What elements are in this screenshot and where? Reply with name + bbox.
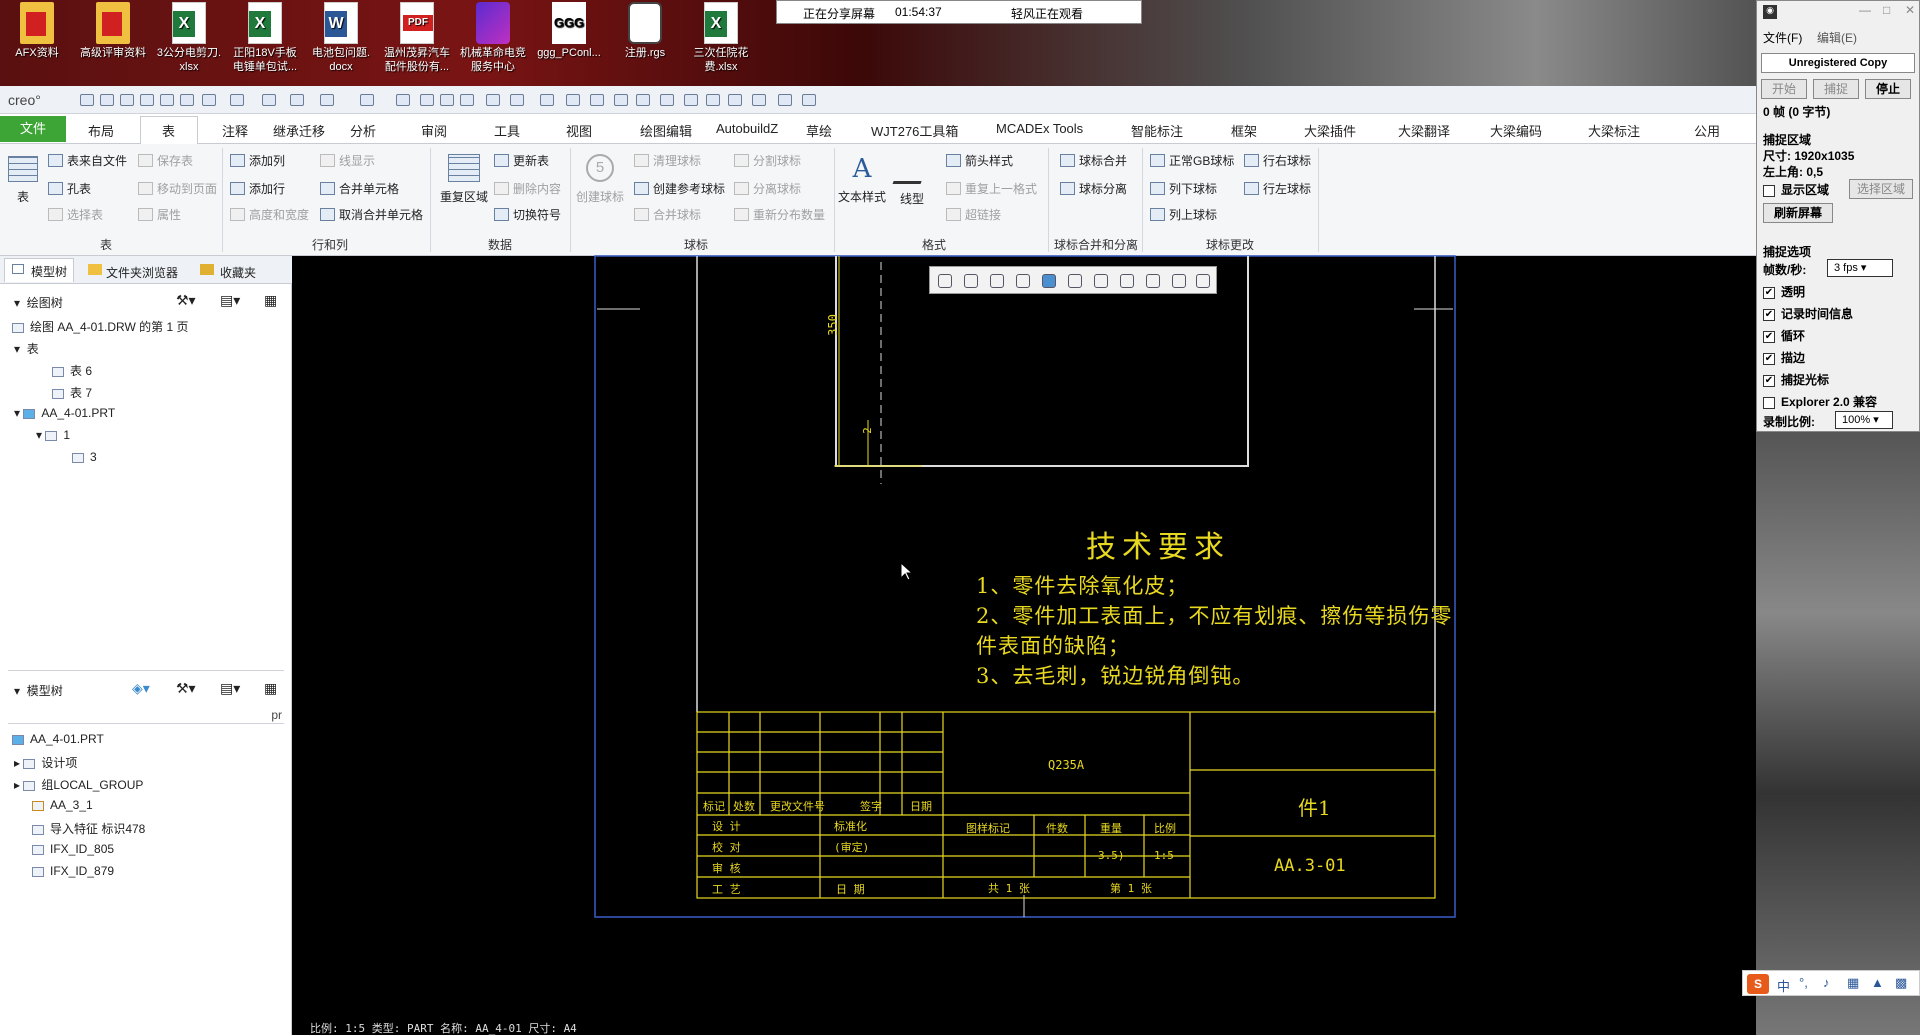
maximize-icon[interactable]: □ xyxy=(1883,3,1890,17)
tb-row-process: 工 艺 xyxy=(712,883,741,896)
checkbox-box: ✔ xyxy=(1763,374,1775,387)
start-button[interactable]: 开始 xyxy=(1761,79,1807,99)
ratio-label: 录制比例: xyxy=(1763,415,1815,429)
material-label: Q235A xyxy=(1048,758,1085,772)
ime-toolbar: S 中 °, ♪ ▦ ▲ ▩ xyxy=(1742,970,1920,996)
capture-app-icon: ◉ xyxy=(1763,5,1777,19)
tb-row-design: 设 计 xyxy=(712,820,741,833)
tb-col-drawing-mark: 图样标记 xyxy=(966,822,1010,835)
tb-approved: (审定) xyxy=(834,841,870,854)
sogou-logo-icon[interactable]: S xyxy=(1747,974,1769,994)
tb-header-date: 日期 xyxy=(910,800,932,813)
capture-option-label: 透明 xyxy=(1781,285,1806,299)
stop-button[interactable]: 停止 xyxy=(1865,79,1911,99)
tech-line-3: 件表面的缺陷； xyxy=(976,634,1130,658)
show-region-checkbox[interactable]: 显示区域 xyxy=(1763,181,1829,198)
fps-select[interactable]: 3 fps ▾ xyxy=(1827,259,1893,277)
checkbox-box xyxy=(1763,396,1775,409)
capture-option-label: 描边 xyxy=(1781,351,1806,365)
show-region-label: 显示区域 xyxy=(1781,183,1830,197)
capture-option-label: Explorer 2.0 兼容 xyxy=(1781,395,1878,409)
dimension-2: 2 xyxy=(860,427,874,434)
capture-size: 尺寸: 1920x1035 xyxy=(1763,149,1855,163)
tb-col-scale: 比例 xyxy=(1154,822,1176,835)
tech-line-1: 1、零件去除氧化皮； xyxy=(976,574,1189,598)
capture-option-checkbox[interactable]: ✔ 捕捉光标 xyxy=(1763,371,1829,388)
punctuation-icon[interactable]: °, xyxy=(1799,975,1808,990)
tb-row-check: 校 对 xyxy=(712,841,741,854)
capture-option-checkbox[interactable]: ✔ 循环 xyxy=(1763,327,1805,344)
desktop-background-strip xyxy=(1756,432,1920,1035)
tech-requirements-title: 技术要求 xyxy=(1086,530,1230,565)
checkbox-box: ✔ xyxy=(1763,352,1775,365)
capture-options-title: 捕捉选项 xyxy=(1763,245,1812,259)
tb-sheet-number: 第 1 张 xyxy=(1110,882,1152,895)
checkbox-box: ✔ xyxy=(1763,286,1775,299)
select-region-button[interactable]: 选择区域 xyxy=(1849,179,1913,199)
capture-topleft: 左上角: 0,5 xyxy=(1763,165,1824,179)
tb-row-review: 审 核 xyxy=(712,862,741,875)
checkbox-box: ✔ xyxy=(1763,330,1775,343)
minimize-icon[interactable]: — xyxy=(1859,3,1871,17)
capture-option-label: 循环 xyxy=(1781,329,1806,343)
drawing-number: AA.3-01 xyxy=(1274,856,1346,876)
capture-option-label: 记录时间信息 xyxy=(1781,307,1854,321)
capture-option-checkbox[interactable]: ✔ 描边 xyxy=(1763,349,1805,366)
unregistered-banner: Unregistered Copy xyxy=(1761,53,1915,73)
refresh-screen-button[interactable]: 刷新屏幕 xyxy=(1763,203,1833,223)
capture-app-window: ◉ — □ ✕ 文件(F) 编辑(E) Unregistered Copy 开始… xyxy=(1756,0,1920,432)
tb-col-weight: 重量 xyxy=(1100,822,1122,835)
fps-value: 3 fps xyxy=(1834,262,1858,274)
tb-sheets-total: 共 1 张 xyxy=(988,882,1030,895)
tb-header-signature: 签字 xyxy=(860,800,882,813)
ratio-value: 100% xyxy=(1842,414,1871,426)
tb-date-cell: 日 期 xyxy=(836,883,865,896)
tb-standardization: 标准化 xyxy=(834,820,867,833)
mouse-cursor-icon xyxy=(900,562,914,581)
capture-option-label: 捕捉光标 xyxy=(1781,373,1830,387)
ratio-select[interactable]: 100% ▾ xyxy=(1835,411,1893,429)
capture-region-title: 捕捉区域 xyxy=(1763,133,1812,147)
capture-button[interactable]: 捕捉 xyxy=(1813,79,1859,99)
tb-col-quantity: 件数 xyxy=(1046,822,1068,835)
microphone-icon[interactable]: ♪ xyxy=(1823,975,1830,990)
fps-label: 帧数/秒: xyxy=(1763,263,1807,277)
menu-file[interactable]: 文件(F) xyxy=(1763,29,1802,46)
capture-option-checkbox[interactable]: ✔ 记录时间信息 xyxy=(1763,305,1853,322)
close-icon[interactable]: ✕ xyxy=(1905,3,1915,17)
capture-option-checkbox[interactable]: ✔ 透明 xyxy=(1763,283,1805,300)
checkbox-box xyxy=(1763,184,1775,197)
toolbox-icon[interactable]: ▩ xyxy=(1895,975,1907,991)
tech-line-2: 2、零件加工表面上，不应有划痕、擦伤等损伤零 xyxy=(976,604,1453,628)
tb-header-change-doc: 更改文件号 xyxy=(770,800,825,813)
drawing-sheet xyxy=(594,255,1456,918)
tb-scale-value: 1:5 xyxy=(1154,849,1174,862)
capture-option-checkbox[interactable]: Explorer 2.0 兼容 xyxy=(1763,393,1877,410)
ime-mode[interactable]: 中 xyxy=(1777,976,1790,995)
menu-edit[interactable]: 编辑(E) xyxy=(1817,29,1857,46)
tb-weight-value: 3.5) xyxy=(1098,849,1125,862)
screen: AFX资料高级评审资料3公分电剪刀.xlsx正阳18V手板电锤单包试...电池包… xyxy=(0,0,1920,1035)
keyboard-icon[interactable]: ▦ xyxy=(1847,975,1859,991)
tech-line-4: 3、去毛刺，锐边锐角倒钝。 xyxy=(976,664,1255,688)
dimension-350: 350 xyxy=(825,314,840,336)
part-name: 件1 xyxy=(1298,796,1331,820)
drawing-status-line: 比例: 1:5 类型: PART 名称: AA_4-01 尺寸: A4 xyxy=(310,1022,577,1035)
part-outline xyxy=(835,256,1249,467)
checkbox-box: ✔ xyxy=(1763,308,1775,321)
tb-header-mark: 标记 xyxy=(703,800,725,813)
frames-count: 0 帧 (0 字节) xyxy=(1763,105,1831,119)
skin-icon[interactable]: ▲ xyxy=(1871,975,1884,990)
tb-header-count: 处数 xyxy=(733,800,755,813)
